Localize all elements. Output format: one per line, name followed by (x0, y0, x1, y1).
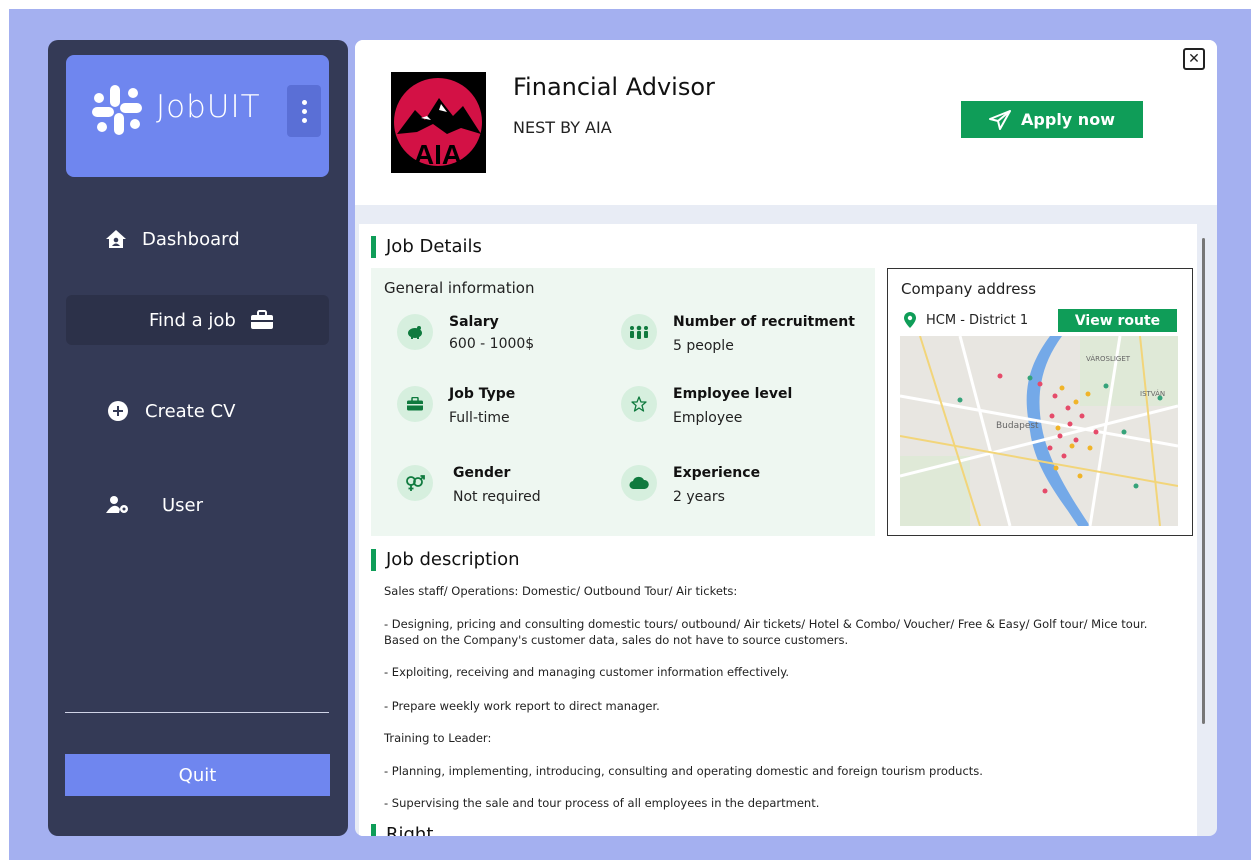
sidebar-divider (65, 712, 329, 713)
info-value: Full-time (449, 410, 510, 426)
info-value: 5 people (673, 338, 734, 354)
sidebar-item-label: Dashboard (142, 228, 240, 250)
company-logo-text: AIA (414, 139, 462, 170)
job-header: ✕ AIA Financial Advisor NEST BY AIA Appl… (355, 40, 1217, 205)
right-section-title: Right (371, 824, 433, 836)
general-information-card: General information Salary 600 - 1000$ Nu… (371, 268, 875, 536)
general-information-title: General information (384, 279, 535, 297)
sidebar-item-label: Find a job (149, 309, 236, 331)
job-description-title: Job description (371, 549, 520, 571)
content-scrollbar[interactable] (1202, 238, 1205, 724)
location-map[interactable]: Budapest VÁROSLIGET ISTVÁN (900, 336, 1178, 526)
company-address-card: Company address HCM - District 1 View ro… (887, 268, 1193, 536)
people-icon (621, 314, 657, 350)
slack-logo-icon (92, 85, 142, 135)
plus-circle-icon (106, 399, 130, 423)
star-icon (621, 386, 657, 422)
info-label: Experience (673, 465, 761, 481)
job-detail-panel: ✕ AIA Financial Advisor NEST BY AIA Appl… (355, 40, 1217, 836)
more-options-button[interactable] (287, 85, 321, 137)
map-pin-icon (904, 312, 916, 328)
app-name: JobUIT (156, 89, 261, 125)
briefcase-icon (250, 308, 274, 332)
description-line: - Exploiting, receiving and managing cus… (384, 665, 790, 679)
experience-info: Experience 2 years (621, 465, 760, 505)
user-gear-icon (106, 493, 130, 517)
description-line: Based on the Company's customer data, sa… (384, 633, 849, 647)
close-button[interactable]: ✕ (1183, 48, 1205, 70)
map-label: VÁROSLIGET (1086, 354, 1131, 363)
info-label: Employee level (673, 386, 793, 402)
info-value: Not required (453, 489, 541, 505)
info-value: 600 - 1000$ (449, 336, 535, 352)
home-icon (104, 227, 128, 251)
view-route-button[interactable]: View route (1058, 309, 1177, 332)
job-title: Financial Advisor (513, 73, 715, 101)
info-value: Employee (673, 410, 743, 426)
description-line: - Supervising the sale and tour process … (384, 796, 820, 810)
map-label: Budapest (996, 421, 1039, 431)
recruitment-info: Number of recruitment 5 people (621, 314, 855, 354)
info-label: Gender (453, 465, 511, 481)
company-address-title: Company address (901, 280, 1037, 298)
company-name: NEST BY AIA (513, 118, 612, 137)
description-line: - Planning, implementing, introducing, c… (384, 764, 983, 778)
info-label: Number of recruitment (673, 314, 855, 330)
info-label: Job Type (449, 386, 516, 402)
sidebar-item-user[interactable]: User (66, 480, 329, 530)
quit-button[interactable]: Quit (65, 754, 330, 796)
description-line: - Designing, pricing and consulting dome… (384, 617, 1148, 631)
job-type-info: Job Type Full-time (397, 386, 515, 426)
company-logo: AIA (391, 72, 486, 173)
sidebar-item-label: User (162, 494, 204, 516)
apply-now-button[interactable]: Apply now (961, 101, 1143, 138)
info-label: Salary (449, 314, 499, 330)
description-line: Sales staff/ Operations: Domestic/ Outbo… (384, 584, 738, 598)
employee-level-info: Employee level Employee (621, 386, 792, 426)
job-content: Job Details General information Salary 60… (359, 224, 1197, 836)
sidebar-item-find-a-job[interactable]: Find a job (66, 295, 329, 345)
close-icon: ✕ (1188, 51, 1200, 67)
briefcase-icon (397, 386, 433, 422)
info-value: 2 years (673, 489, 725, 505)
logo-area: JobUIT (66, 55, 329, 177)
description-line: Training to Leader: (384, 731, 492, 745)
sidebar: JobUIT Dashboard Find a job Create CV Us… (48, 40, 348, 836)
job-details-title: Job Details (371, 236, 482, 258)
sidebar-item-dashboard[interactable]: Dashboard (66, 214, 329, 264)
address-location-text: HCM - District 1 (926, 312, 1029, 328)
gender-info: Gender Not required (397, 465, 541, 505)
address-location: HCM - District 1 (904, 312, 1028, 328)
salary-info: Salary 600 - 1000$ (397, 314, 534, 352)
apply-now-label: Apply now (1021, 110, 1115, 129)
sidebar-item-create-cv[interactable]: Create CV (66, 386, 329, 436)
description-line: - Prepare weekly work report to direct m… (384, 699, 660, 713)
send-icon (989, 109, 1012, 130)
piggy-bank-icon (397, 314, 433, 350)
gender-icon (397, 465, 433, 501)
sidebar-item-label: Create CV (145, 400, 236, 422)
cloud-icon (621, 465, 657, 501)
